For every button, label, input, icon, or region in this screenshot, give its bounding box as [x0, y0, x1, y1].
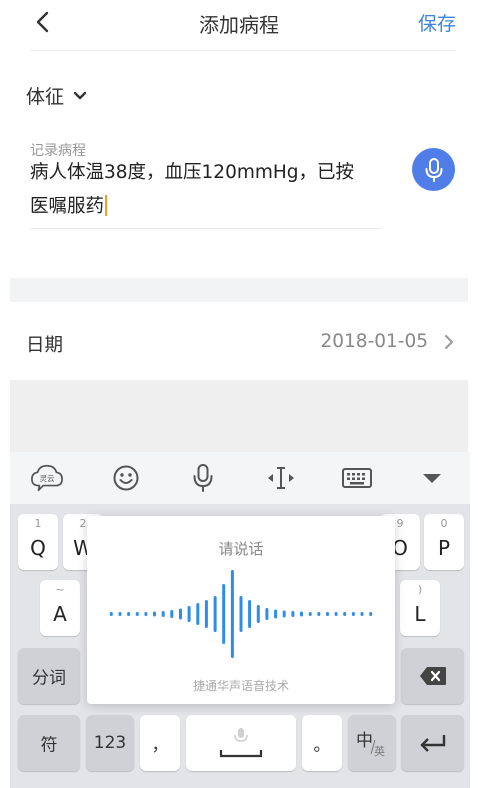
key-l-label: L [414, 602, 426, 626]
comma-key-label: ， [151, 735, 169, 756]
header-bar: 添加病程 保存 [0, 0, 478, 48]
waveform-bar [248, 600, 252, 628]
waveform-bar [334, 612, 338, 616]
waveform-bar [308, 612, 312, 616]
period-key-label: 。 [313, 735, 331, 756]
voice-waveform [109, 570, 373, 658]
chevron-right-icon [445, 335, 453, 349]
date-value: 2018-01-05 [320, 331, 428, 352]
record-text-line-1: 病人体温38度，血压120mmHg，已按 [30, 162, 355, 183]
space-bar-icon [219, 750, 263, 758]
chevron-down-icon [73, 91, 87, 99]
date-label: 日期 [26, 335, 64, 356]
record-text-line-2: 医嘱服药 [30, 196, 105, 217]
category-dropdown[interactable]: 体征 [26, 82, 88, 109]
keyboard-icon[interactable] [340, 462, 374, 494]
header-divider [30, 50, 456, 51]
waveform-bar [187, 606, 191, 622]
waveform-bar [317, 612, 321, 616]
waveform-bar [179, 608, 182, 620]
waveform-bar [239, 596, 243, 632]
waveform-bar [360, 612, 364, 616]
backspace-icon [420, 667, 446, 685]
cloud-logo-text: 灵云 [39, 474, 55, 483]
waveform-bar [127, 612, 131, 616]
backspace-key[interactable] [401, 648, 464, 704]
page-background-area [10, 380, 468, 452]
key-p-label: P [437, 536, 451, 560]
period-key[interactable]: 。 [302, 715, 342, 771]
waveform-bar [256, 605, 260, 623]
waveform-bar [326, 612, 329, 616]
waveform-bar [282, 610, 286, 618]
participle-key-label: 分词 [32, 668, 66, 689]
key-p-sub: 0 [440, 517, 448, 530]
key-l[interactable]: ) L [400, 580, 440, 636]
key-q-sub: 1 [34, 517, 42, 530]
waveform-bar [369, 612, 373, 616]
voice-hint: 请说话 [218, 540, 264, 558]
participle-key[interactable]: 分词 [18, 648, 80, 704]
collapse-arrow-icon[interactable] [415, 462, 449, 494]
waveform-bar [274, 609, 278, 619]
save-button[interactable]: 保存 [418, 9, 456, 36]
microphone-icon [234, 728, 248, 742]
microphone-icon [425, 157, 442, 182]
waveform-bar [265, 608, 269, 620]
symbol-key[interactable]: 符 [18, 715, 80, 771]
number-key-label: 123 [93, 733, 127, 753]
voice-input-button[interactable] [412, 148, 455, 191]
key-a-label: A [53, 602, 67, 626]
enter-icon [420, 735, 446, 752]
key-q[interactable]: 1 Q [18, 514, 58, 570]
waveform-bar [196, 603, 200, 625]
waveform-bar [351, 612, 355, 616]
record-text-line-2-wrap: 医嘱服药 [30, 190, 385, 224]
waveform-bar [222, 584, 226, 644]
waveform-bar [109, 612, 113, 616]
key-a-sub: ~ [55, 583, 65, 596]
key-p[interactable]: 0 P [424, 514, 464, 570]
enter-key[interactable] [401, 715, 464, 771]
keyboard-toolbar: 灵云 [10, 452, 470, 504]
waveform-bar [204, 600, 208, 628]
record-field-underline [30, 228, 382, 229]
waveform-bar [213, 596, 217, 632]
cloud-logo-icon[interactable]: 灵云 [30, 462, 64, 494]
category-selected-value: 体征 [26, 86, 65, 108]
page-title: 添加病程 [199, 13, 279, 37]
space-key[interactable] [186, 715, 296, 771]
language-switch-key[interactable]: 中 英 [348, 715, 396, 771]
key-q-label: Q [30, 536, 46, 560]
waveform-bar [170, 610, 174, 618]
symbol-key-label: 符 [40, 735, 58, 756]
waveform-bar [230, 570, 234, 658]
cursor-move-icon[interactable] [264, 462, 298, 494]
emoji-icon[interactable] [109, 462, 143, 494]
waveform-bar [291, 611, 295, 617]
voice-provider-footer: 捷通华声语音技术 [192, 679, 289, 693]
waveform-bar [144, 612, 148, 616]
waveform-bar [300, 611, 303, 617]
waveform-bar [161, 611, 165, 617]
language-separator-icon [370, 739, 376, 755]
section-divider [10, 278, 468, 302]
key-l-sub: ) [417, 583, 423, 596]
waveform-bar [135, 612, 139, 616]
number-key[interactable]: 123 [86, 715, 134, 771]
comma-key[interactable]: ， [140, 715, 180, 771]
waveform-bar [343, 612, 347, 616]
voice-input-panel[interactable]: 请说话 捷通华声语音技术 [87, 516, 395, 704]
waveform-bar [153, 611, 156, 617]
record-textarea[interactable]: 病人体温38度，血压120mmHg，已按 医嘱服药 [30, 156, 385, 224]
text-caret [105, 195, 108, 216]
key-a[interactable]: ~ A [40, 580, 80, 636]
waveform-bar [118, 612, 122, 616]
microphone-icon[interactable] [186, 462, 220, 494]
